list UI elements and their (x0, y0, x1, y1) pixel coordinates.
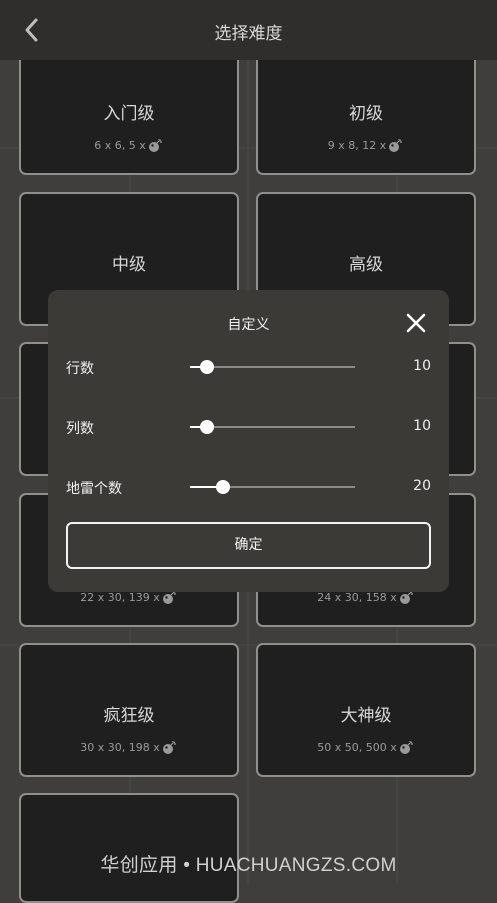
level-name: 中级 (112, 255, 146, 275)
level-name: 大神级 (340, 706, 392, 726)
level-spec: 24 x 30, 158 x (258, 591, 474, 605)
columns-value: 10 (413, 418, 431, 434)
close-icon[interactable] (404, 311, 428, 335)
confirm-button[interactable]: 确定 (66, 522, 431, 569)
mines-value: 20 (413, 478, 431, 494)
mines-slider[interactable] (190, 480, 355, 494)
slider-handle[interactable] (216, 480, 230, 494)
columns-label: 列数 (66, 421, 94, 437)
header-bar: 选择难度 (0, 0, 497, 60)
level-spec: 22 x 30, 139 x (21, 591, 237, 605)
watermark: 华创应用 • HUACHUANGZS.COM (100, 855, 397, 876)
rows-value: 10 (413, 358, 431, 374)
columns-slider[interactable] (190, 420, 355, 434)
bomb-icon (399, 741, 413, 754)
bomb-icon (162, 741, 176, 754)
level-name: 疯狂级 (103, 706, 155, 726)
level-card-custom[interactable] (19, 793, 239, 903)
dialog-title: 自定义 (227, 317, 270, 333)
slider-handle[interactable] (199, 420, 214, 434)
level-spec: 50 x 50, 500 x (258, 741, 474, 755)
level-name: 初级 (349, 104, 383, 124)
rows-label: 行数 (66, 361, 94, 377)
bomb-icon (162, 591, 176, 604)
bomb-icon (148, 139, 162, 152)
level-spec: 30 x 30, 198 x (21, 741, 237, 755)
level-name: 入门级 (103, 104, 155, 124)
bomb-icon (399, 591, 413, 604)
level-card[interactable]: 初级 9 x 8, 12 x (256, 41, 476, 175)
level-card[interactable]: 疯狂级 30 x 30, 198 x (19, 643, 239, 777)
level-card[interactable]: 入门级 6 x 6, 5 x (19, 41, 239, 175)
rows-slider[interactable] (190, 360, 355, 374)
page-title: 选择难度 (214, 24, 283, 44)
custom-dialog: 自定义 行数 10 列数 10 地雷个数 20 确定 (48, 290, 449, 592)
level-card[interactable]: 大神级 50 x 50, 500 x (256, 643, 476, 777)
mines-label: 地雷个数 (66, 481, 122, 497)
bomb-icon (389, 139, 403, 152)
level-spec: 6 x 6, 5 x (21, 139, 237, 153)
level-name: 高级 (349, 255, 383, 275)
level-spec: 9 x 8, 12 x (258, 139, 474, 153)
slider-handle[interactable] (199, 360, 214, 374)
